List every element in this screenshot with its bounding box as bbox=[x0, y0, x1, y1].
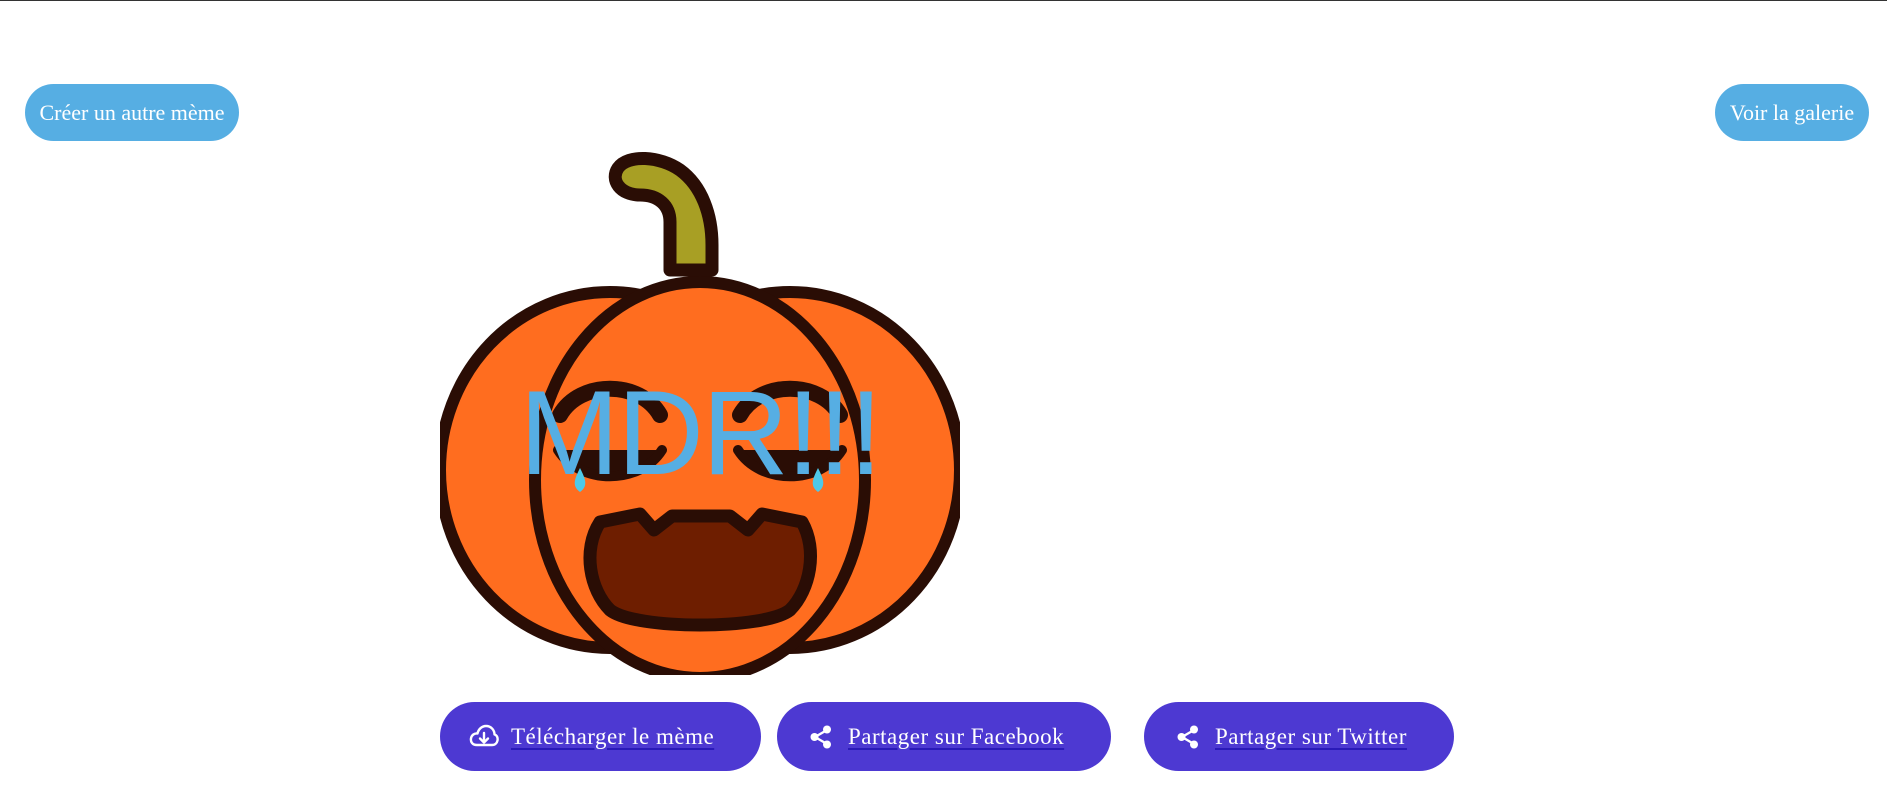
cloud-download-icon bbox=[468, 721, 500, 753]
top-divider bbox=[0, 0, 1887, 1]
meme-preview: MDR!!! bbox=[440, 150, 960, 675]
view-gallery-button[interactable]: Voir la galerie bbox=[1715, 84, 1869, 141]
create-another-meme-label: Créer un autre mème bbox=[39, 99, 225, 125]
share-icon bbox=[1172, 721, 1204, 753]
download-meme-button[interactable]: Télécharger le mème bbox=[440, 702, 761, 771]
share-icon bbox=[805, 721, 837, 753]
share-facebook-label: Partager sur Facebook bbox=[848, 723, 1065, 749]
share-twitter-label: Partager sur Twitter bbox=[1215, 723, 1407, 749]
view-gallery-label: Voir la galerie bbox=[1729, 99, 1855, 125]
meme-result-page: Créer un autre mème Voir la galerie MDR!… bbox=[0, 0, 1887, 810]
share-facebook-button[interactable]: Partager sur Facebook bbox=[777, 702, 1111, 771]
meme-caption: MDR!!! bbox=[519, 366, 882, 500]
download-meme-label: Télécharger le mème bbox=[511, 723, 715, 749]
share-twitter-button[interactable]: Partager sur Twitter bbox=[1144, 702, 1454, 771]
create-another-meme-button[interactable]: Créer un autre mème bbox=[25, 84, 239, 141]
